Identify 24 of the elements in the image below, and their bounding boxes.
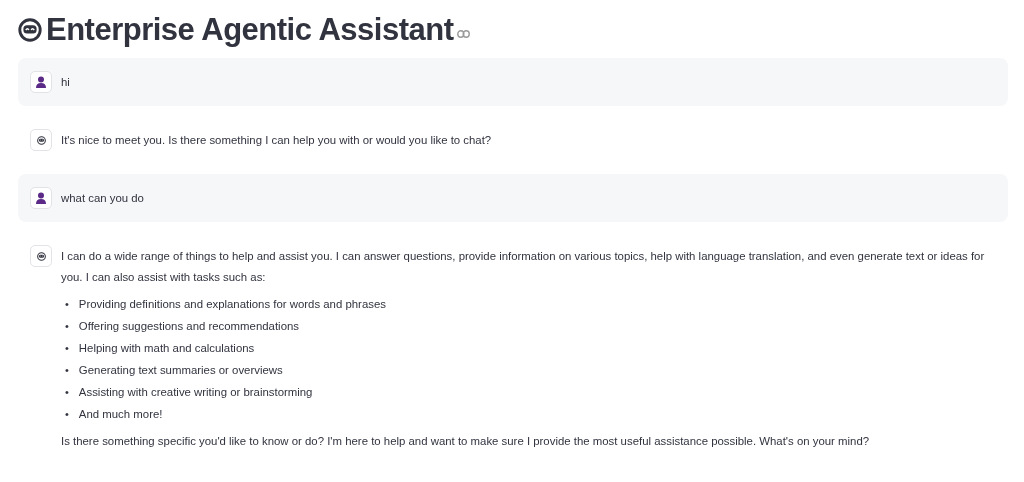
- link-icon[interactable]: [457, 30, 471, 38]
- list-item: Helping with math and calculations: [78, 341, 255, 356]
- message-text: I can do a wide range of things to help and assist you. I can answer questions, provide information on various topics, help with language translation, and even generate text or ideas for you. I can also assist with tasks such as:: [61, 249, 986, 285]
- user-icon: [35, 192, 47, 204]
- user-icon: [35, 76, 47, 88]
- message-text: It's nice to meet you. Is there something I can help you with or would you like to chat?: [61, 133, 493, 148]
- list-item: Assisting with creative writing or brainstorming: [78, 385, 313, 400]
- message-text: hi: [61, 75, 71, 90]
- bot-icon: [36, 135, 46, 145]
- list-item: Offering suggestions and recommendations: [78, 319, 299, 334]
- bot-icon: [36, 251, 46, 261]
- list-item: Providing definitions and explanations for words and phrases: [78, 297, 386, 312]
- list-item: And much more!: [78, 407, 163, 422]
- bullet: •: [65, 363, 69, 378]
- bullet: •: [65, 407, 69, 422]
- robot-face-icon: [18, 18, 42, 42]
- bullet: •: [65, 297, 69, 312]
- bullet: •: [65, 385, 69, 400]
- page-title: Enterprise Agentic Assistant: [46, 12, 454, 48]
- message-text: Is there something specific you'd like to know or do? I'm here to help and want to make sure I provide the most useful assistance possible. What's on your mind?: [61, 434, 871, 449]
- message-text: what can you do: [61, 191, 145, 206]
- list-item: Generating text summaries or overviews: [78, 363, 283, 378]
- bullet: •: [65, 319, 69, 334]
- bullet: •: [65, 341, 69, 356]
